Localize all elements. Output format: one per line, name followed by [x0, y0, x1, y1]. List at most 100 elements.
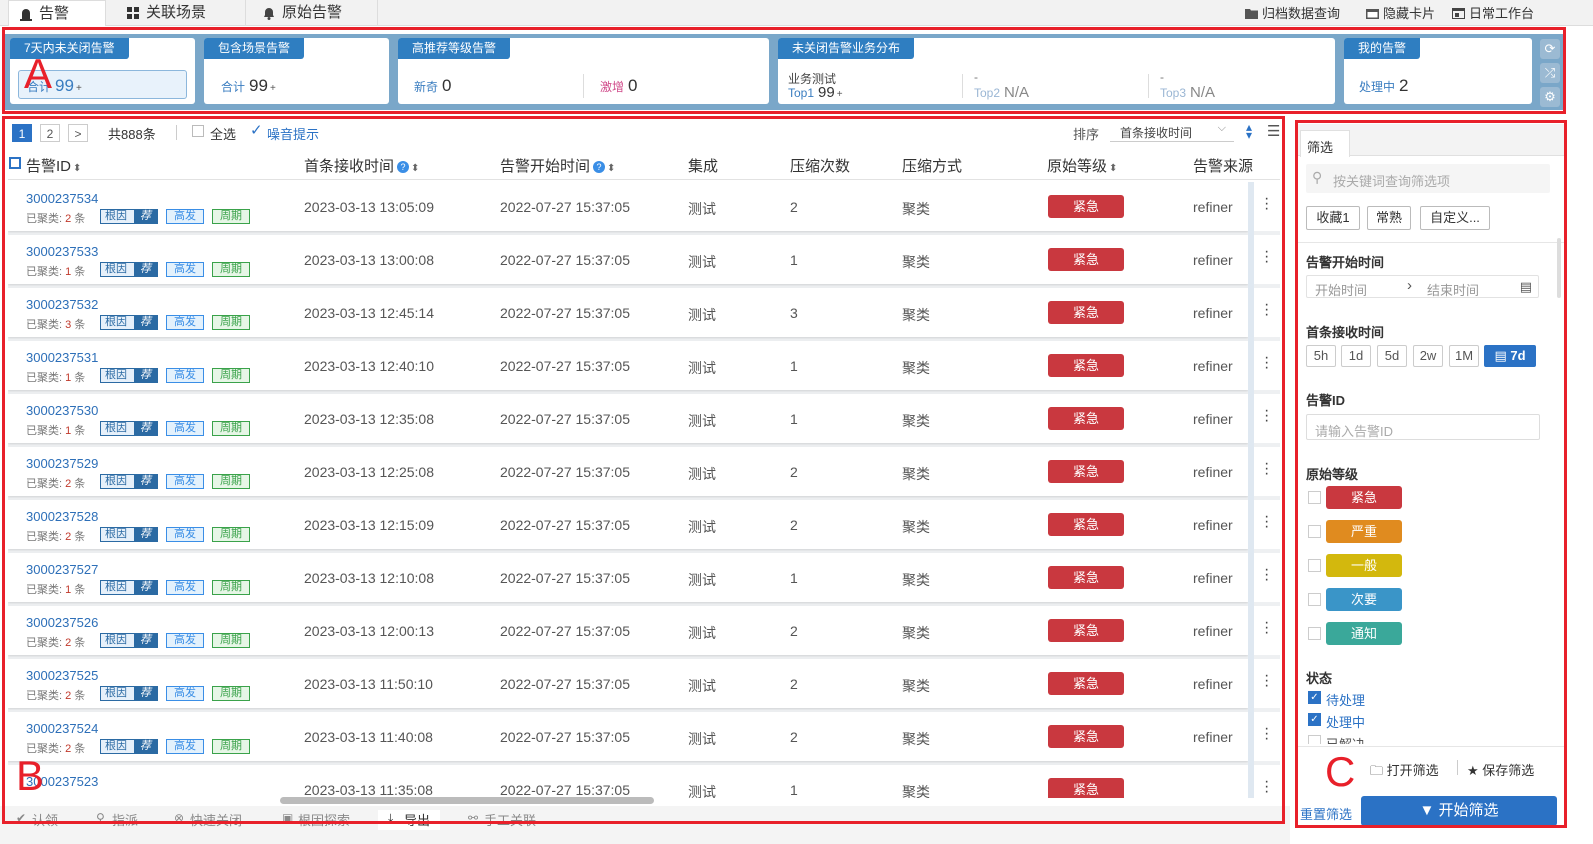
row-more-icon[interactable]: · · · — [1264, 721, 1269, 747]
filter-scrollbar[interactable] — [1557, 238, 1561, 298]
page-1-button[interactable]: 1 — [12, 124, 32, 142]
sort-select[interactable]: 首条接收时间 ⌵ — [1110, 122, 1234, 142]
table-row[interactable]: 3000237534 已聚类: 2 条根因荐高发 周期 2023-03-13 13:0… — [8, 182, 1248, 231]
next-page-button[interactable]: > — [68, 124, 88, 142]
level-option[interactable]: 紧急 — [1326, 486, 1402, 509]
alarm-id-input[interactable]: 请输入告警ID — [1306, 414, 1540, 440]
daily-workbench-link[interactable]: 日常工作台 — [1452, 0, 1534, 26]
col-raw-level[interactable]: 原始等级 ⬍ — [1047, 155, 1117, 176]
horizontal-scrollbar[interactable] — [280, 797, 654, 804]
table-row[interactable]: 3000237524 已聚类: 2 条根因荐高发 周期 2023-03-13 11:4… — [8, 712, 1248, 761]
status-processing-checkbox[interactable]: ✓ — [1308, 713, 1321, 726]
alarm-id-link[interactable]: 3000237534 — [26, 191, 98, 206]
tab-alarms[interactable]: 告警 — [8, 0, 106, 26]
level-checkbox[interactable] — [1308, 525, 1321, 538]
card-business-distribution[interactable]: 未关闭告警业务分布 业务测试 Top1 99 + - Top2 N/A - Top3 N… — [778, 38, 1335, 104]
open-filter-button[interactable]: 🗀 打开筛选 — [1370, 760, 1439, 784]
level-checkbox[interactable] — [1308, 627, 1321, 640]
table-row[interactable]: 3000237528 已聚类: 2 条根因荐高发 周期 2023-03-13 12:1… — [8, 500, 1248, 549]
hide-cards-link[interactable]: 隐藏卡片 — [1366, 0, 1435, 26]
status-pending-checkbox[interactable]: ✓ — [1308, 691, 1321, 704]
range-5d[interactable]: 5d — [1377, 345, 1407, 367]
alarm-id-link[interactable]: 3000237526 — [26, 615, 98, 630]
row-more-icon[interactable]: · · · — [1264, 350, 1269, 376]
col-alarm-start[interactable]: 告警开始时间? ⬍ — [500, 155, 615, 176]
level-checkbox[interactable] — [1308, 593, 1321, 606]
select-all-checkbox[interactable] — [192, 125, 204, 137]
level-option[interactable]: 次要 — [1326, 588, 1402, 611]
row-more-icon[interactable]: · · · — [1264, 456, 1269, 482]
row-more-icon[interactable]: · · · — [1264, 668, 1269, 694]
alarm-id-link[interactable]: 3000237530 — [26, 403, 98, 418]
level-checkbox[interactable] — [1308, 559, 1321, 572]
claim-button[interactable]: ✔ 认领 — [14, 810, 58, 829]
archive-query-link[interactable]: 归档数据查询 — [1245, 0, 1340, 26]
row-more-icon[interactable]: · · · — [1264, 509, 1269, 535]
chip-custom[interactable]: 自定义... — [1420, 206, 1490, 230]
export-button[interactable]: ⤓ 导出 — [378, 810, 441, 830]
alarm-id-link[interactable]: 3000237529 — [26, 456, 98, 471]
status-resolved-checkbox[interactable] — [1308, 735, 1321, 744]
table-row[interactable]: 3000237533 已聚类: 1 条根因荐高发 周期 2023-03-13 13:0… — [8, 235, 1248, 284]
col-first-received[interactable]: 首条接收时间? ⬍ — [304, 155, 419, 176]
row-more-icon[interactable]: · · · — [1264, 615, 1269, 641]
row-more-icon[interactable]: · · · — [1264, 244, 1269, 270]
row-more-icon[interactable]: · · · — [1264, 562, 1269, 588]
menu-icon[interactable]: ☰ — [1267, 122, 1280, 140]
alarm-id-link[interactable]: 3000237528 — [26, 509, 98, 524]
sort-direction-icon[interactable]: ▴ ▾ — [1246, 121, 1252, 141]
alarm-id-link[interactable]: 3000237531 — [26, 350, 98, 365]
table-row[interactable]: 3000237532 已聚类: 3 条根因荐高发 周期 2023-03-13 12:4… — [8, 288, 1248, 337]
refresh-icon[interactable]: ⟳ — [1540, 39, 1560, 59]
alarm-id-link[interactable]: 3000237533 — [26, 244, 98, 259]
filter-tab[interactable]: 筛选 — [1300, 130, 1350, 157]
table-row[interactable]: 3000237523 2023-03-13 11:35:08 2022-07-27 … — [8, 765, 1248, 798]
noise-hint-toggle[interactable]: 噪音提示 — [267, 124, 319, 143]
level-option[interactable]: 严重 — [1326, 520, 1402, 543]
row-more-icon[interactable]: · · · — [1264, 191, 1269, 217]
alarm-id-link[interactable]: 3000237524 — [26, 721, 98, 736]
filter-search-input[interactable]: ⚲ 按关键词查询筛选项 — [1306, 164, 1550, 193]
manual-link-button[interactable]: ⚯ 手工关联 — [466, 810, 536, 829]
row-more-icon[interactable]: · · · — [1264, 403, 1269, 429]
range-1m[interactable]: 1M — [1449, 345, 1479, 367]
alarm-id-link[interactable]: 3000237527 — [26, 562, 98, 577]
table-row[interactable]: 3000237530 已聚类: 1 条根因荐高发 周期 2023-03-13 12:3… — [8, 394, 1248, 443]
start-filter-button[interactable]: ▼ 开始筛选 — [1361, 796, 1557, 826]
card-scene-alarms[interactable]: 包含场景告警 合计 99 + — [204, 38, 389, 104]
chip-common[interactable]: 常熟 — [1367, 206, 1411, 230]
col-alarm-id[interactable]: 告警ID ⬍ — [26, 155, 81, 176]
root-cause-button[interactable]: ▣ 根因探索 — [280, 810, 350, 829]
card-high-recommend[interactable]: 高推荐等级告警 新奇 0 激增 0 — [398, 38, 769, 104]
alarm-id-link[interactable]: 3000237525 — [26, 668, 98, 683]
range-7d-label: 7d — [1510, 348, 1526, 363]
level-option[interactable]: 一般 — [1326, 554, 1402, 577]
range-7d[interactable]: ▤ 7d — [1484, 345, 1536, 367]
tab-related-scenes[interactable]: 关联场景 — [116, 0, 246, 26]
table-row[interactable]: 3000237526 已聚类: 2 条根因荐高发 周期 2023-03-13 12:0… — [8, 606, 1248, 655]
start-time-range[interactable]: 开始时间 › 结束时间 ▤ — [1306, 275, 1539, 298]
reset-filter-link[interactable]: 重置筛选 — [1300, 804, 1352, 823]
chip-favorite[interactable]: 收藏1 — [1306, 206, 1360, 230]
header-checkbox[interactable] — [9, 157, 21, 169]
range-1d[interactable]: 1d — [1341, 345, 1371, 367]
level-option[interactable]: 通知 — [1326, 622, 1402, 645]
level-checkbox[interactable] — [1308, 491, 1321, 504]
range-5h[interactable]: 5h — [1306, 345, 1336, 367]
row-more-icon[interactable]: · · · — [1264, 297, 1269, 323]
page-2-button[interactable]: 2 — [40, 124, 60, 142]
table-row[interactable]: 3000237525 已聚类: 2 条根因荐高发 周期 2023-03-13 11:5… — [8, 659, 1248, 708]
table-row[interactable]: 3000237529 已聚类: 2 条根因荐高发 周期 2023-03-13 12:2… — [8, 447, 1248, 496]
quick-close-button[interactable]: ⊗ 快速关闭 — [172, 810, 242, 829]
table-row[interactable]: 3000237527 已聚类: 1 条根因荐高发 周期 2023-03-13 12:1… — [8, 553, 1248, 602]
row-more-icon[interactable]: · · · — [1264, 774, 1269, 799]
tab-raw-alarms[interactable]: 原始告警 — [252, 0, 378, 26]
gear-icon[interactable]: ⚙ — [1540, 87, 1560, 107]
save-filter-button[interactable]: ★ 保存筛选 — [1467, 760, 1534, 779]
card-my-alarms[interactable]: 我的告警 处理中 2 — [1344, 38, 1532, 104]
range-2w[interactable]: 2w — [1413, 345, 1443, 367]
alarm-id-link[interactable]: 3000237532 — [26, 297, 98, 312]
shuffle-icon[interactable]: ⤮ — [1540, 63, 1560, 83]
table-row[interactable]: 3000237531 已聚类: 1 条根因荐高发 周期 2023-03-13 12:4… — [8, 341, 1248, 390]
assign-button[interactable]: ⚲ 指派 — [94, 810, 138, 829]
